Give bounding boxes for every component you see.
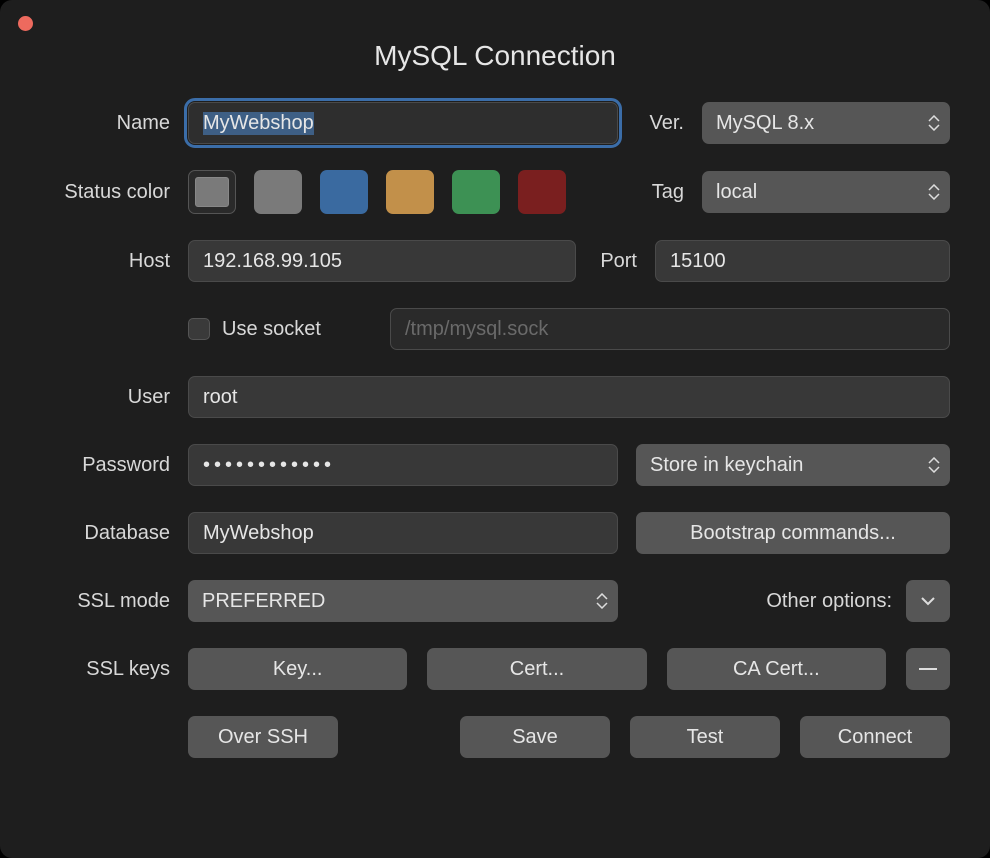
minus-icon	[919, 667, 937, 671]
name-label: Name	[40, 112, 170, 135]
tag-label: Tag	[636, 181, 684, 204]
chevron-down-icon	[920, 596, 936, 606]
host-label: Host	[40, 250, 170, 273]
name-input[interactable]	[188, 102, 618, 144]
user-input[interactable]	[188, 376, 950, 418]
ssl-mode-select[interactable]: PREFERRED	[188, 580, 618, 622]
version-value: MySQL 8.x	[716, 112, 814, 135]
host-input[interactable]	[188, 240, 576, 282]
status-color-swatch-default[interactable]	[188, 170, 236, 214]
chevron-updown-icon	[928, 115, 940, 131]
status-color-swatch-red[interactable]	[518, 170, 566, 214]
other-options-button[interactable]	[906, 580, 950, 622]
status-color-label: Status color	[40, 181, 170, 204]
status-color-swatch-yellow[interactable]	[386, 170, 434, 214]
over-ssh-button[interactable]: Over SSH	[188, 716, 338, 758]
test-button[interactable]: Test	[630, 716, 780, 758]
status-color-swatches	[188, 170, 618, 214]
ssl-keys-label: SSL keys	[40, 658, 170, 681]
port-input[interactable]	[655, 240, 950, 282]
chevron-updown-icon	[928, 457, 940, 473]
use-socket-checkbox[interactable]	[188, 318, 210, 340]
ssl-remove-button[interactable]	[906, 648, 950, 690]
password-label: Password	[40, 454, 170, 477]
ssl-cert-button[interactable]: Cert...	[427, 648, 646, 690]
ssl-mode-value: PREFERRED	[202, 590, 325, 613]
ssl-key-button[interactable]: Key...	[188, 648, 407, 690]
database-input[interactable]	[188, 512, 618, 554]
ssl-cacert-button[interactable]: CA Cert...	[667, 648, 886, 690]
other-options-label: Other options:	[766, 590, 892, 613]
save-button[interactable]: Save	[460, 716, 610, 758]
dialog-title: MySQL Connection	[0, 0, 990, 102]
store-select[interactable]: Store in keychain	[636, 444, 950, 486]
use-socket-label: Use socket	[222, 318, 321, 341]
port-label: Port	[594, 250, 637, 273]
status-color-swatch-gray[interactable]	[254, 170, 302, 214]
store-value: Store in keychain	[650, 454, 803, 477]
window-traffic-lights	[18, 16, 33, 31]
tag-select[interactable]: local	[702, 171, 950, 213]
chevron-updown-icon	[596, 593, 608, 609]
socket-input[interactable]	[390, 308, 950, 350]
bootstrap-button[interactable]: Bootstrap commands...	[636, 512, 950, 554]
password-input[interactable]	[188, 444, 618, 486]
tag-value: local	[716, 181, 757, 204]
connect-button[interactable]: Connect	[800, 716, 950, 758]
close-window-icon[interactable]	[18, 16, 33, 31]
ssl-mode-label: SSL mode	[40, 590, 170, 613]
status-color-swatch-blue[interactable]	[320, 170, 368, 214]
version-select[interactable]: MySQL 8.x	[702, 102, 950, 144]
database-label: Database	[40, 522, 170, 545]
chevron-updown-icon	[928, 184, 940, 200]
version-label: Ver.	[636, 112, 684, 135]
connection-dialog: MySQL Connection Name Ver. MySQL 8.x Sta…	[0, 0, 990, 858]
status-color-swatch-green[interactable]	[452, 170, 500, 214]
user-label: User	[40, 386, 170, 409]
